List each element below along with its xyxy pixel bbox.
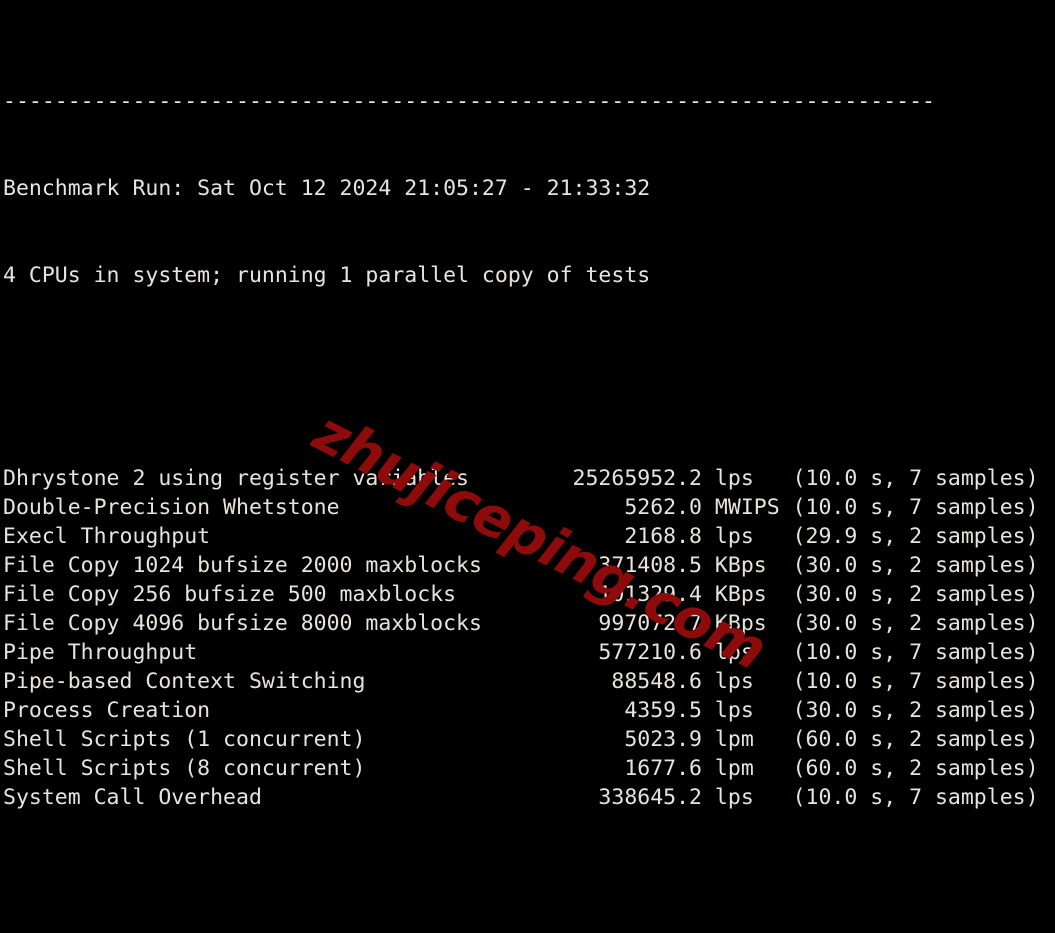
raw-result-row: Process Creation 4359.5 lps (30.0 s, 2 s… bbox=[3, 698, 1039, 723]
raw-result-row: Pipe-based Context Switching 88548.6 lps… bbox=[3, 669, 1039, 694]
raw-result-row: Pipe Throughput 577210.6 lps (10.0 s, 7 … bbox=[3, 640, 1039, 665]
raw-result-row: File Copy 1024 bufsize 2000 maxblocks 37… bbox=[3, 553, 1039, 578]
blank-line-1 bbox=[3, 348, 1052, 377]
terminal-window: ----------------------------------------… bbox=[0, 0, 1055, 933]
raw-result-row: Shell Scripts (1 concurrent) 5023.9 lpm … bbox=[3, 727, 1039, 752]
raw-result-row: Shell Scripts (8 concurrent) 1677.6 lpm … bbox=[3, 756, 1039, 781]
cpu-info-line: 4 CPUs in system; running 1 parallel cop… bbox=[3, 263, 651, 288]
top-rule: ----------------------------------------… bbox=[3, 89, 935, 114]
raw-result-row: Execl Throughput 2168.8 lps (29.9 s, 2 s… bbox=[3, 524, 1039, 549]
raw-results-block: Dhrystone 2 using register variables 252… bbox=[3, 464, 1052, 812]
raw-result-row: Double-Precision Whetstone 5262.0 MWIPS … bbox=[3, 495, 1039, 520]
console-output: ----------------------------------------… bbox=[3, 0, 1052, 933]
raw-result-row: System Call Overhead 338645.2 lps (10.0 … bbox=[3, 785, 1039, 810]
raw-result-row: File Copy 4096 bufsize 8000 maxblocks 99… bbox=[3, 611, 1039, 636]
raw-result-row: File Copy 256 bufsize 500 maxblocks 1013… bbox=[3, 582, 1039, 607]
benchmark-run-line: Benchmark Run: Sat Oct 12 2024 21:05:27 … bbox=[3, 176, 651, 201]
raw-result-row: Dhrystone 2 using register variables 252… bbox=[3, 466, 1039, 491]
blank-line-2 bbox=[3, 899, 1052, 928]
